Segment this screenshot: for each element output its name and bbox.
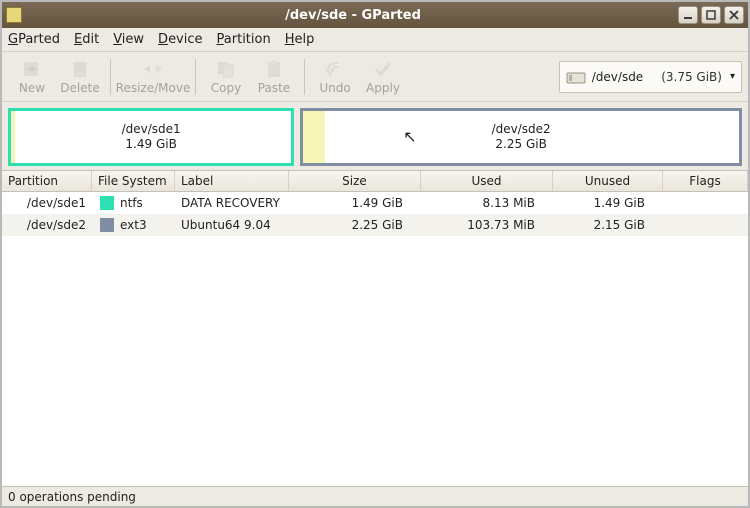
col-flags[interactable]: Flags [663,171,748,191]
resize-button[interactable]: Resize/Move [117,56,189,98]
graph-partition-2[interactable]: ↖ /dev/sde2 2.25 GiB [300,108,742,166]
cell-unused: 1.49 GiB [553,196,663,210]
window-title: /dev/sde - GParted [28,8,678,23]
minimize-button[interactable] [678,6,698,24]
col-used[interactable]: Used [421,171,553,191]
menu-edit[interactable]: Edit [74,32,99,47]
copy-button[interactable]: Copy [202,56,250,98]
table-row[interactable]: /dev/sde1 ntfs DATA RECOVERY 1.49 GiB 8.… [2,192,748,214]
fs-name: ntfs [120,196,143,210]
device-selector[interactable]: /dev/sde (3.75 GiB) ▾ [559,61,742,93]
cell-used: 103.73 MiB [421,218,553,232]
cell-label: DATA RECOVERY [175,196,289,210]
titlebar[interactable]: /dev/sde - GParted [2,2,748,28]
menu-help[interactable]: Help [285,32,315,47]
graph-part2-size: 2.25 GiB [492,137,551,152]
app-icon [6,7,22,23]
col-filesystem[interactable]: File System [92,171,175,191]
menu-gparted[interactable]: GParted [8,32,60,47]
table-row[interactable]: /dev/sde2 ext3 Ubuntu64 9.04 2.25 GiB 10… [2,214,748,236]
maximize-button[interactable] [701,6,721,24]
paste-button[interactable]: Paste [250,56,298,98]
cell-size: 2.25 GiB [289,218,421,232]
graph-part1-size: 1.49 GiB [122,137,181,152]
partition-graph: /dev/sde1 1.49 GiB ↖ /dev/sde2 2.25 GiB [2,102,748,170]
apply-icon [372,59,394,79]
cell-partition: /dev/sde2 [2,218,92,232]
menubar: GParted Edit View Device Partition Help [2,28,748,52]
graph-partition-1[interactable]: /dev/sde1 1.49 GiB [8,108,294,166]
delete-label: Delete [60,81,99,95]
cell-filesystem: ext3 [92,218,175,232]
cell-partition: /dev/sde1 [2,196,92,210]
col-size[interactable]: Size [289,171,421,191]
new-button[interactable]: + New [8,56,56,98]
separator [110,59,111,95]
chevron-down-icon: ▾ [730,71,735,82]
delete-button[interactable]: Delete [56,56,104,98]
graph-part1-name: /dev/sde1 [122,122,181,137]
apply-button[interactable]: Apply [359,56,407,98]
svg-text:+: + [27,62,37,76]
cell-filesystem: ntfs [92,196,175,210]
close-button[interactable] [724,6,744,24]
fs-name: ext3 [120,218,147,232]
used-fill [303,111,325,163]
window-controls [678,6,744,24]
cell-unused: 2.15 GiB [553,218,663,232]
device-size: (3.75 GiB) [661,70,722,84]
fs-color-swatch [100,196,114,210]
disk-icon [566,69,586,85]
cell-used: 8.13 MiB [421,196,553,210]
undo-label: Undo [319,81,350,95]
device-path: /dev/sde [592,70,643,84]
status-text: 0 operations pending [8,490,136,504]
paste-label: Paste [258,81,290,95]
menu-device[interactable]: Device [158,32,202,47]
apply-label: Apply [366,81,400,95]
resize-label: Resize/Move [116,81,191,95]
graph-part2-name: /dev/sde2 [492,122,551,137]
resize-icon [142,59,164,79]
copy-icon [215,59,237,79]
mouse-cursor-icon: ↖ [403,127,416,146]
toolbar: + New Delete Resize/Move Copy Paste Undo [2,52,748,102]
statusbar: 0 operations pending [2,486,748,506]
undo-icon [324,59,346,79]
used-fill [11,111,15,163]
separator [195,59,196,95]
delete-icon [69,59,91,79]
undo-button[interactable]: Undo [311,56,359,98]
app-window: /dev/sde - GParted GParted Edit View Dev… [0,0,750,508]
new-label: New [19,81,45,95]
copy-label: Copy [211,81,241,95]
col-partition[interactable]: Partition [2,171,92,191]
table-header: Partition File System Label Size Used Un… [2,170,748,192]
partition-table: /dev/sde1 ntfs DATA RECOVERY 1.49 GiB 8.… [2,192,748,486]
col-label[interactable]: Label [175,171,289,191]
menu-view[interactable]: View [113,32,144,47]
menu-partition[interactable]: Partition [217,32,271,47]
paste-icon [263,59,285,79]
col-unused[interactable]: Unused [553,171,663,191]
cell-label: Ubuntu64 9.04 [175,218,289,232]
new-icon: + [21,59,43,79]
fs-color-swatch [100,218,114,232]
separator [304,59,305,95]
cell-size: 1.49 GiB [289,196,421,210]
